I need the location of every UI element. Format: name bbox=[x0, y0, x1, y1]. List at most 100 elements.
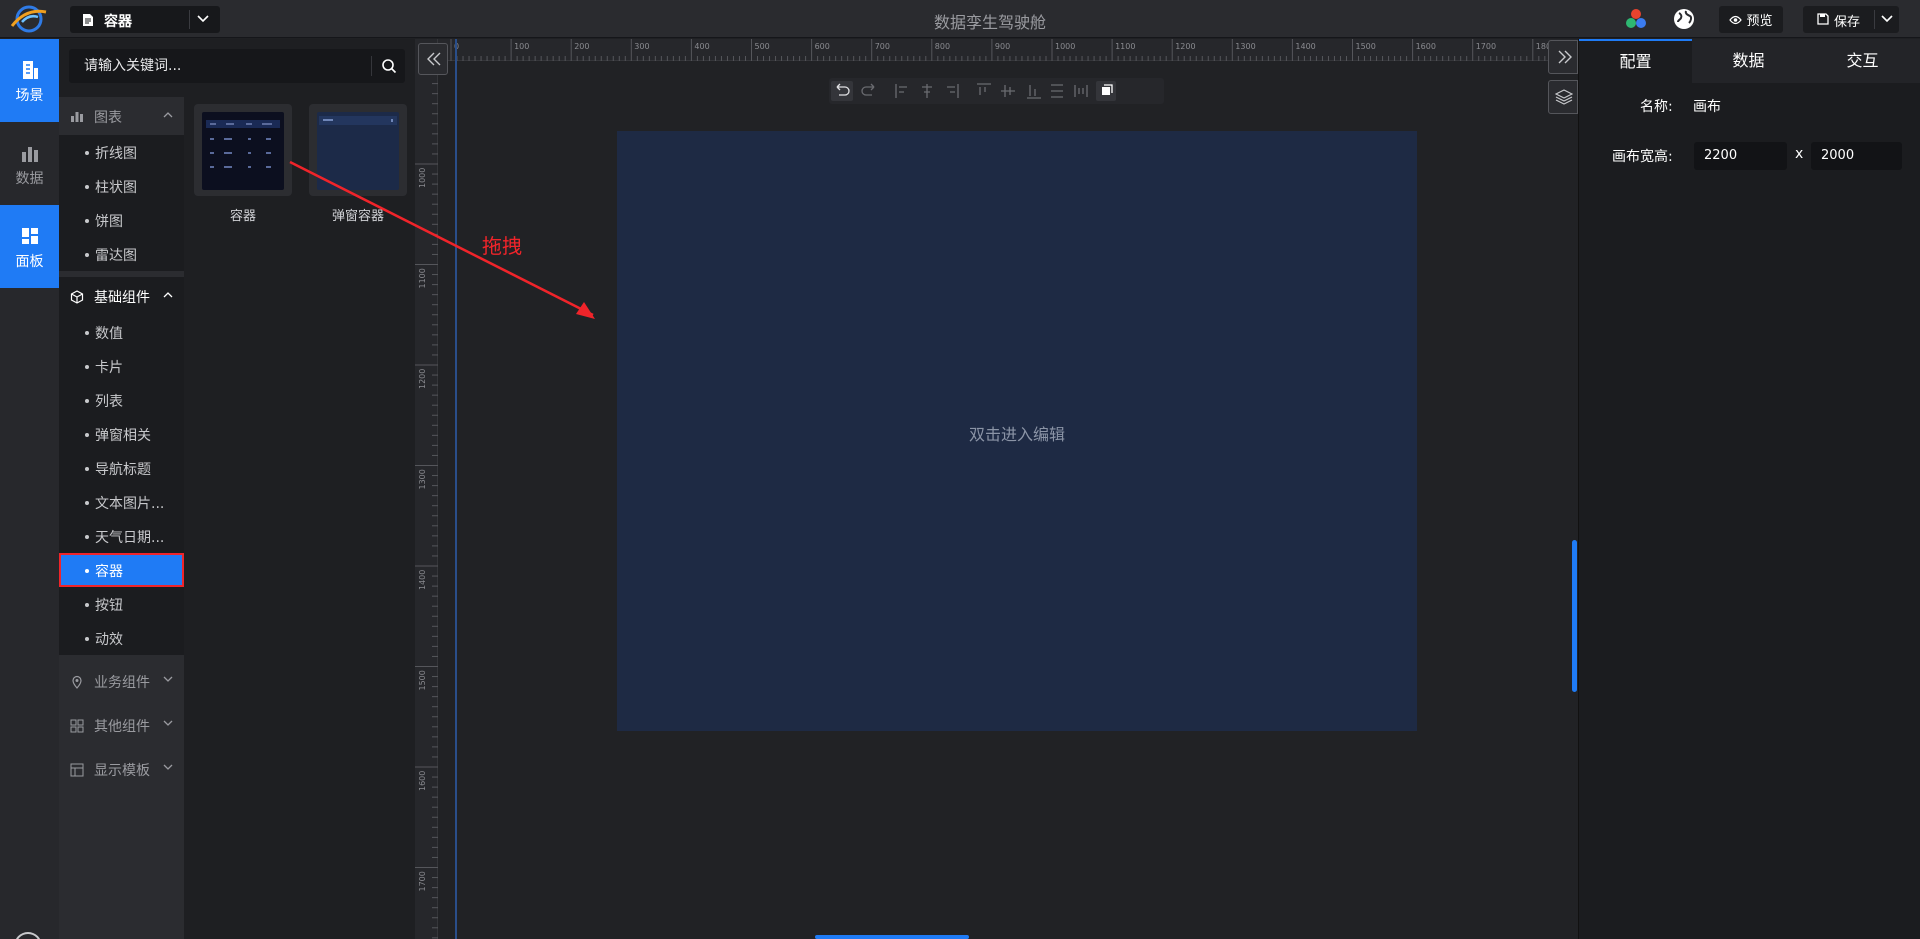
list-item-weather-date[interactable]: 天气日期... bbox=[59, 519, 184, 553]
vertical-scrollbar[interactable] bbox=[1572, 540, 1577, 692]
search-box[interactable] bbox=[69, 49, 405, 83]
item-label: 列表 bbox=[95, 394, 123, 410]
category-list: 图表 折线图 柱状图 饼图 雷达图 基础组件 数值 卡片 列表 弹窗相关 导航标… bbox=[59, 97, 184, 939]
item-label: 弹窗相关 bbox=[95, 428, 151, 444]
divider bbox=[189, 10, 190, 29]
title-select[interactable]: 容器 bbox=[70, 6, 220, 33]
category-label: 业务组件 bbox=[94, 675, 150, 691]
ruler-label: 1300 bbox=[1235, 42, 1255, 51]
collapse-right-button[interactable] bbox=[1548, 40, 1578, 74]
name-value: 画布 bbox=[1693, 99, 1721, 115]
color-theme-icon[interactable] bbox=[1624, 7, 1648, 31]
chevron-up-icon bbox=[163, 291, 173, 298]
list-item-value[interactable]: 数值 bbox=[59, 315, 184, 349]
category-label: 基础组件 bbox=[94, 290, 150, 306]
location-pin-icon bbox=[70, 675, 84, 689]
bar-chart-icon bbox=[70, 110, 84, 122]
bullet bbox=[85, 365, 89, 369]
list-item-list[interactable]: 列表 bbox=[59, 383, 184, 417]
ruler-label: 1600 bbox=[1416, 42, 1436, 51]
nav-item-scene[interactable]: 场景 bbox=[0, 39, 59, 122]
double-chevron-right-icon bbox=[1557, 50, 1573, 64]
height-input[interactable]: 2000 bbox=[1811, 142, 1902, 170]
ruler-label: 1700 bbox=[1476, 42, 1496, 51]
list-item-line-chart[interactable]: 折线图 bbox=[59, 135, 184, 169]
ruler-label: 1100 bbox=[1115, 42, 1135, 51]
list-item-animation[interactable]: 动效 bbox=[59, 621, 184, 655]
tab-interaction[interactable]: 交互 bbox=[1805, 39, 1920, 83]
ruler-label: 1400 bbox=[1295, 42, 1315, 51]
ruler-label: 600 bbox=[815, 42, 830, 51]
app-logo[interactable] bbox=[8, 4, 50, 34]
category-chart[interactable]: 图表 bbox=[59, 97, 184, 135]
canvas-page[interactable]: 双击进入编辑 bbox=[617, 131, 1417, 731]
layers-button[interactable] bbox=[1548, 80, 1578, 114]
title-select-value: 容器 bbox=[104, 14, 132, 30]
list-item-radar-chart[interactable]: 雷达图 bbox=[59, 237, 184, 271]
data-chart-icon bbox=[19, 142, 41, 164]
nav-label: 场景 bbox=[15, 88, 44, 104]
component-card-container[interactable] bbox=[194, 104, 292, 196]
tab-data[interactable]: 数据 bbox=[1692, 39, 1805, 83]
panel-grid-icon bbox=[19, 225, 41, 247]
horizontal-scrollbar[interactable] bbox=[815, 935, 969, 939]
drag-annotation: 拖拽 bbox=[482, 234, 522, 258]
chevron-down-icon[interactable] bbox=[1881, 14, 1893, 24]
item-label: 卡片 bbox=[95, 360, 123, 376]
list-item-button[interactable]: 按钮 bbox=[59, 587, 184, 621]
width-input[interactable]: 2200 bbox=[1694, 142, 1787, 170]
ruler-label: 1000 bbox=[1055, 42, 1075, 51]
category-basic[interactable]: 基础组件 bbox=[59, 277, 184, 315]
chevron-down-icon[interactable] bbox=[197, 14, 209, 24]
globe-icon[interactable] bbox=[1672, 7, 1696, 31]
item-label: 文本图片... bbox=[95, 496, 165, 512]
layers-icon bbox=[1555, 89, 1573, 105]
save-label: 保存 bbox=[1834, 15, 1861, 30]
item-label: 容器 bbox=[95, 564, 123, 580]
bullet bbox=[85, 603, 89, 607]
list-item-container[interactable]: 容器 bbox=[59, 553, 184, 587]
category-template[interactable]: 显示模板 bbox=[59, 750, 184, 788]
left-nav: 场景 数据 面板 bbox=[0, 39, 59, 939]
size-separator: x bbox=[1795, 146, 1804, 162]
chevron-down-icon bbox=[163, 676, 173, 683]
item-label: 天气日期... bbox=[95, 530, 165, 546]
preview-button[interactable]: 预览 bbox=[1719, 6, 1783, 33]
drag-arrow bbox=[289, 160, 595, 319]
ruler-label: 1200 bbox=[418, 369, 427, 389]
collapse-left-button[interactable] bbox=[418, 43, 448, 75]
list-item-bar-chart[interactable]: 柱状图 bbox=[59, 169, 184, 203]
bullet bbox=[85, 467, 89, 471]
size-label: 画布宽高: bbox=[1612, 149, 1673, 165]
list-item-nav-title[interactable]: 导航标题 bbox=[59, 451, 184, 485]
eye-icon bbox=[1729, 15, 1743, 25]
list-item-card[interactable]: 卡片 bbox=[59, 349, 184, 383]
nav-item-panel[interactable]: 面板 bbox=[0, 205, 59, 288]
divider bbox=[1874, 10, 1875, 29]
ruler-label: 300 bbox=[634, 42, 649, 51]
save-button[interactable]: 保存 bbox=[1803, 6, 1899, 33]
item-label: 折线图 bbox=[95, 146, 137, 162]
ruler-label: 500 bbox=[755, 42, 770, 51]
nav-item-data[interactable]: 数据 bbox=[0, 122, 59, 205]
tab-config[interactable]: 配置 bbox=[1579, 39, 1692, 83]
ruler-label: 200 bbox=[574, 42, 589, 51]
grid-icon bbox=[70, 719, 84, 733]
search-icon[interactable] bbox=[381, 58, 397, 74]
category-business[interactable]: 业务组件 bbox=[59, 662, 184, 700]
ruler-label: 1400 bbox=[418, 570, 427, 590]
help-icon[interactable] bbox=[14, 932, 42, 939]
ruler-label: 1500 bbox=[1356, 42, 1376, 51]
list-item-text-image[interactable]: 文本图片... bbox=[59, 485, 184, 519]
category-other[interactable]: 其他组件 bbox=[59, 706, 184, 744]
bullet bbox=[85, 569, 89, 573]
list-item-pie-chart[interactable]: 饼图 bbox=[59, 203, 184, 237]
nav-label: 面板 bbox=[15, 254, 44, 270]
list-item-popup[interactable]: 弹窗相关 bbox=[59, 417, 184, 451]
item-label: 按钮 bbox=[95, 598, 123, 614]
search-input[interactable] bbox=[69, 49, 369, 83]
document-icon bbox=[82, 13, 94, 27]
bullet bbox=[85, 253, 89, 257]
item-label: 导航标题 bbox=[95, 462, 151, 478]
item-label: 饼图 bbox=[95, 214, 123, 230]
